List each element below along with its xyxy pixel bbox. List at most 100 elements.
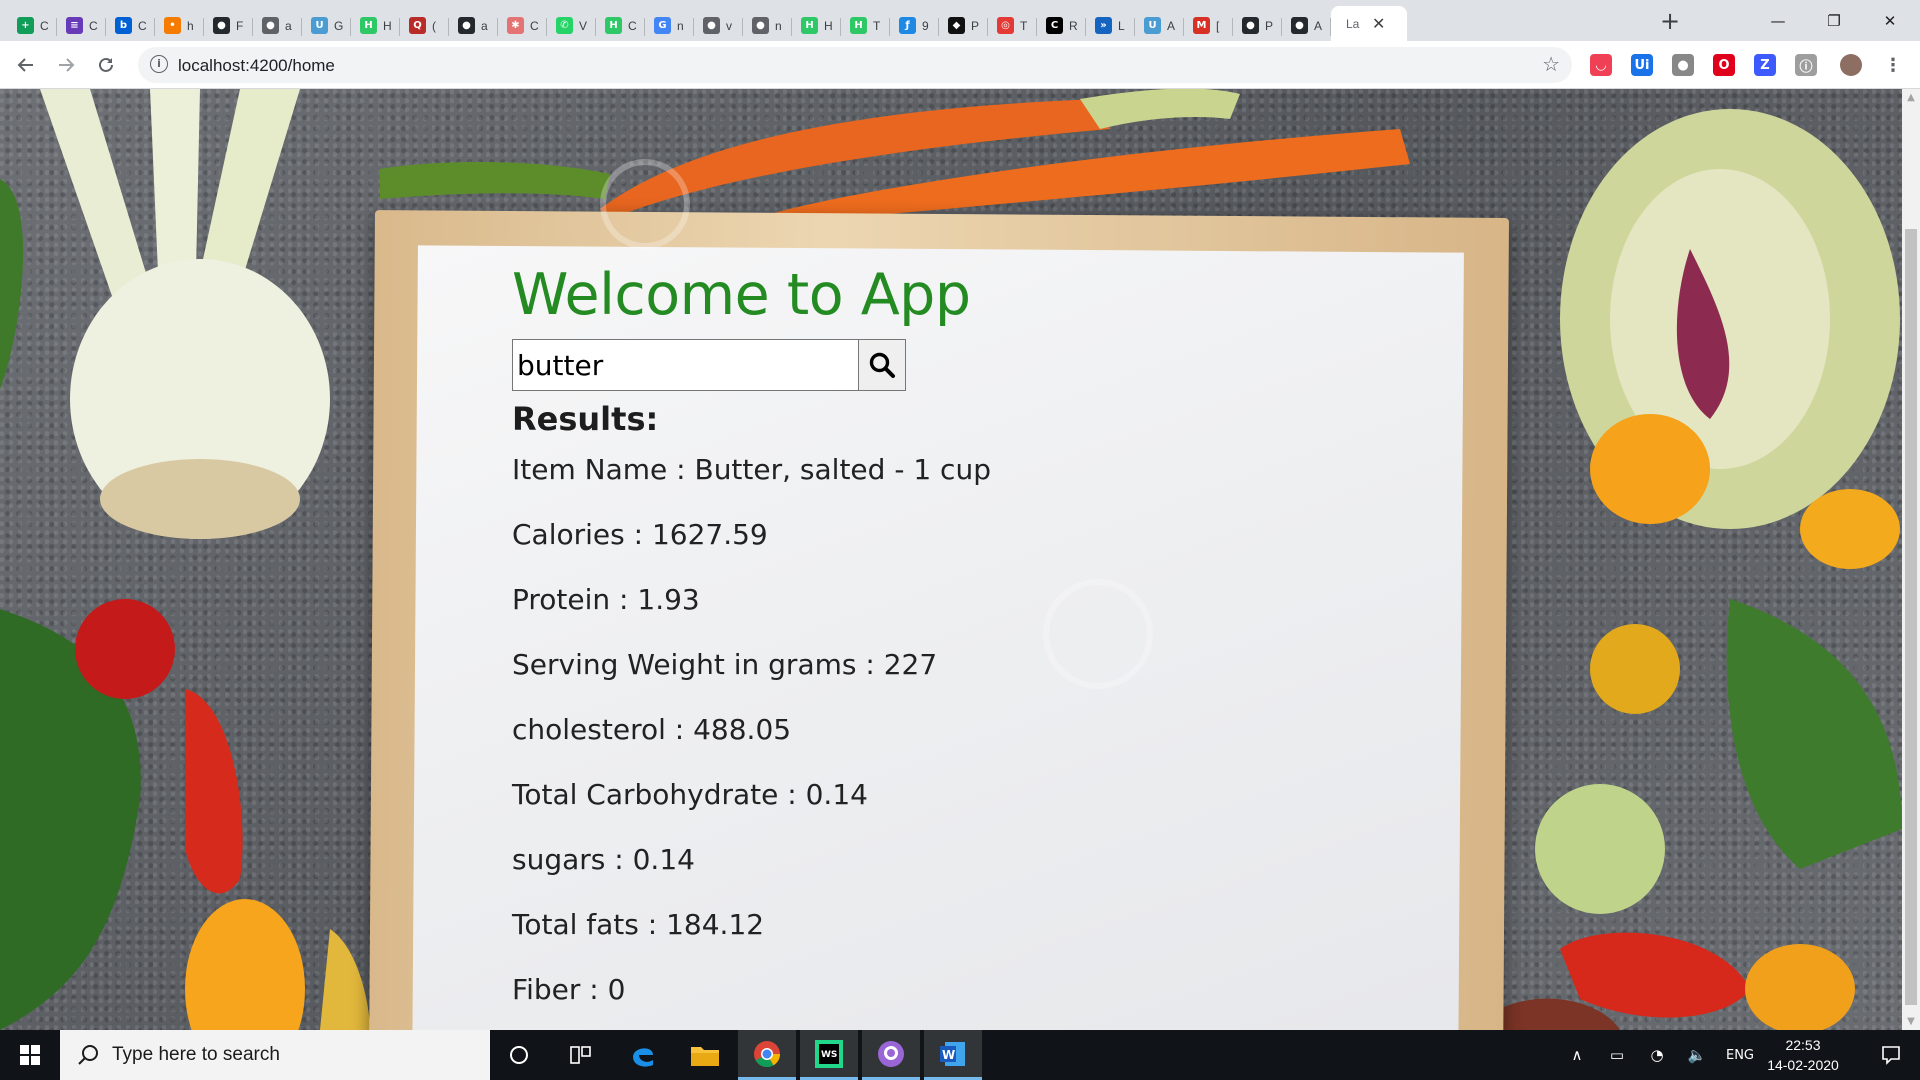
browser-tab[interactable]: HT <box>841 10 890 41</box>
info-ext-icon[interactable]: ⓘ <box>1795 54 1817 76</box>
browser-tab[interactable]: ● n <box>743 10 792 41</box>
browser-tab[interactable]: UG <box>302 10 351 41</box>
browser-tab[interactable]: ● P <box>1233 10 1282 41</box>
c-icon: C <box>1046 17 1063 34</box>
new-tab-button[interactable]: + <box>1656 8 1684 36</box>
chrome-taskbar-button[interactable] <box>738 1030 796 1080</box>
browser-tab[interactable]: bC <box>106 10 155 41</box>
browser-tab[interactable]: ● v <box>694 10 743 41</box>
zotero-icon[interactable]: Z <box>1754 54 1776 76</box>
unc-icon: U <box>1144 17 1161 34</box>
pocket-icon[interactable]: ◡ <box>1590 54 1612 76</box>
windows-taskbar: Type here to search WS W ∧ ▭ ◔ 🔈 ENG 22:… <box>0 1030 1920 1080</box>
browser-tab[interactable]: ≡ C <box>57 10 106 41</box>
browser-tab[interactable]: HH <box>792 10 841 41</box>
browser-tab[interactable]: • h <box>155 10 204 41</box>
tab-title: V <box>579 18 588 33</box>
carrots-decoration <box>380 89 1410 219</box>
tab-title: H <box>383 18 392 33</box>
result-item: Serving Weight in grams : 227 <box>512 648 938 681</box>
scroll-down-arrow-icon[interactable]: ▼ <box>1902 1013 1920 1030</box>
page-viewport: Welcome to App Results: Item Name : Butt… <box>0 89 1902 1030</box>
browser-tab[interactable]: » L <box>1086 10 1135 41</box>
notifications-icon[interactable] <box>1862 1030 1920 1080</box>
browser-tab[interactable]: ● a <box>449 10 498 41</box>
browser-tab[interactable]: M[ <box>1184 10 1233 41</box>
tab-close-icon[interactable]: ✕ <box>1372 14 1385 33</box>
profile-avatar[interactable] <box>1840 54 1862 76</box>
github-desktop-taskbar-button[interactable] <box>862 1030 920 1080</box>
edge-taskbar-button[interactable] <box>614 1030 672 1080</box>
browser-tab[interactable]: HH <box>351 10 400 41</box>
task-view-button[interactable] <box>552 1030 610 1080</box>
url-text[interactable]: localhost:4200/home <box>178 56 335 76</box>
scroll-up-arrow-icon[interactable]: ▲ <box>1902 89 1920 106</box>
github-icon: ● <box>458 17 475 34</box>
word-taskbar-button[interactable]: W <box>924 1030 982 1080</box>
tab-title: C <box>138 18 147 33</box>
tab-title: C <box>530 18 539 33</box>
cortana-icon <box>510 1046 528 1064</box>
browser-tab[interactable]: + C <box>8 10 57 41</box>
file-explorer-taskbar-button[interactable] <box>676 1030 734 1080</box>
back-button[interactable] <box>10 49 42 81</box>
browser-tab[interactable]: ● F <box>204 10 253 41</box>
search-icon <box>78 1045 98 1065</box>
browser-tab[interactable]: CR <box>1037 10 1086 41</box>
fennel-decoration <box>0 89 330 539</box>
menu-kebab-icon[interactable]: ⋮ <box>1882 54 1904 76</box>
address-bar[interactable]: i localhost:4200/home ☆ <box>138 47 1572 83</box>
wifi-icon[interactable]: ◔ <box>1642 1030 1672 1080</box>
hackerrank-icon: H <box>360 17 377 34</box>
webstorm-taskbar-button[interactable]: WS <box>800 1030 858 1080</box>
browser-tab[interactable]: ✆ V <box>547 10 596 41</box>
tab-title: [ <box>1216 18 1220 33</box>
clock[interactable]: 22:53 14-02-2020 <box>1764 1035 1842 1075</box>
result-item: Total Carbohydrate : 0.14 <box>512 778 868 811</box>
browser-tab[interactable]: HC <box>596 10 645 41</box>
action-center-icon <box>1882 1046 1900 1065</box>
browser-tab[interactable]: Q( <box>400 10 449 41</box>
start-button[interactable] <box>0 1030 60 1080</box>
browser-tab[interactable]: ◎ T <box>988 10 1037 41</box>
quora-icon: Q <box>409 17 426 34</box>
tab-title: C <box>40 18 49 33</box>
taskbar-search-box[interactable]: Type here to search <box>60 1030 490 1080</box>
volume-icon[interactable]: 🔈 <box>1682 1030 1712 1080</box>
bookmark-star-icon[interactable]: ☆ <box>1542 52 1560 76</box>
tab-title: T <box>873 18 881 33</box>
browser-tab[interactable]: UA <box>1135 10 1184 41</box>
search-button[interactable] <box>859 339 906 391</box>
uipath-icon[interactable]: Ui <box>1631 54 1653 76</box>
target-icon: ◎ <box>997 17 1014 34</box>
app-content: Welcome to App Results: Item Name : Butt… <box>512 259 1212 1025</box>
browser-tab[interactable]: Gn <box>645 10 694 41</box>
restore-button[interactable]: ❐ <box>1806 0 1862 41</box>
browser-tab[interactable]: ✱ C <box>498 10 547 41</box>
active-browser-tab[interactable]: La ✕ <box>1331 6 1407 41</box>
browser-tab[interactable]: ƒ9 <box>890 10 939 41</box>
scroll-thumb[interactable] <box>1905 229 1917 1005</box>
reload-button[interactable] <box>90 49 122 81</box>
language-indicator[interactable]: ENG <box>1718 1030 1762 1080</box>
opera-icon[interactable]: O <box>1713 54 1735 76</box>
window-close-button[interactable]: ✕ <box>1862 0 1918 41</box>
tray-overflow-chevron-icon[interactable]: ∧ <box>1562 1030 1592 1080</box>
left-vegetables-decoration <box>0 599 370 1030</box>
tab-strip: + C ≡ Cb C • h ● F ● a U G H H Q(● a ✱ C ✆ V H C Gn ● v ● n H H H Tƒ 9 ◆ P… <box>0 0 1920 41</box>
site-info-icon[interactable]: i <box>150 55 168 73</box>
cortana-button[interactable] <box>490 1030 548 1080</box>
minimize-button[interactable]: — <box>1750 0 1806 41</box>
result-item: Total fats : 184.12 <box>512 908 765 941</box>
word-icon: W <box>940 1041 965 1066</box>
page-scrollbar[interactable]: ▲ ▼ <box>1902 89 1920 1030</box>
browser-tab[interactable]: ● A <box>1282 10 1331 41</box>
circle-ext-icon[interactable]: ● <box>1672 54 1694 76</box>
tab-title: G <box>334 18 344 33</box>
browser-tab[interactable]: ● a <box>253 10 302 41</box>
browser-tab[interactable]: ◆ P <box>939 10 988 41</box>
battery-icon[interactable]: ▭ <box>1602 1030 1632 1080</box>
forward-button[interactable] <box>50 49 82 81</box>
tab-title: P <box>1265 18 1274 33</box>
search-input[interactable] <box>512 339 859 391</box>
